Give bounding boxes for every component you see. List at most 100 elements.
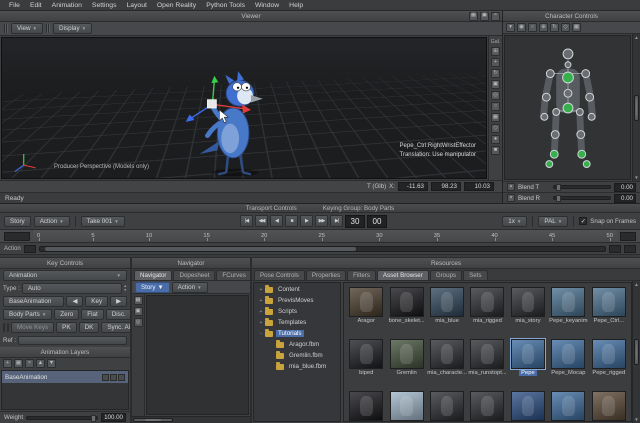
toolbar-grip[interactable] xyxy=(46,24,50,33)
asset-item[interactable]: mia_blue xyxy=(427,285,467,337)
story-button[interactable]: Story ▼ xyxy=(135,282,170,293)
asset-item[interactable]: mia_characte... xyxy=(427,337,467,389)
take-selector[interactable]: Take 001 ▼ xyxy=(81,216,125,227)
tree-item[interactable]: + Scripts xyxy=(254,306,340,317)
blend-value[interactable]: 0.00 xyxy=(614,194,636,203)
snap-checkbox[interactable]: ✓ xyxy=(579,217,587,225)
pin-rotate-icon[interactable]: ↻ xyxy=(550,23,559,32)
animation-menu-button[interactable]: Animation ▼ xyxy=(3,270,127,281)
discontinuity-button[interactable]: Disc. xyxy=(106,309,132,320)
coord-z-field[interactable]: 10.03 xyxy=(464,182,494,191)
layout-grid-icon[interactable]: ▦ xyxy=(469,12,478,21)
weight-value[interactable]: 100.00 xyxy=(101,413,126,422)
tree-expander-icon[interactable]: + xyxy=(258,309,264,315)
menu-item[interactable]: Open Reality xyxy=(152,1,201,10)
weight-slider[interactable] xyxy=(26,416,98,420)
resources-tab[interactable]: Properties xyxy=(306,270,346,280)
scroll-down-icon[interactable]: ▼ xyxy=(634,417,638,422)
tree-expander-icon[interactable]: + xyxy=(258,320,264,326)
right-elbow-effector[interactable] xyxy=(585,93,593,101)
resources-tab[interactable]: Groups xyxy=(430,270,462,280)
display-button[interactable]: Display ▼ xyxy=(53,23,92,34)
pk-button[interactable]: PK xyxy=(56,322,76,333)
body-part-icon[interactable]: ○ xyxy=(528,23,537,32)
navigator-tab[interactable]: FCurves xyxy=(216,270,251,280)
go-to-end-button[interactable]: ▶| xyxy=(330,215,343,227)
scrollbar-thumb[interactable] xyxy=(634,339,639,365)
character-menu-icon[interactable]: ▾ xyxy=(506,23,515,32)
render-tool-icon[interactable]: ● xyxy=(491,135,500,144)
story-track-icon[interactable]: ▣ xyxy=(134,307,143,316)
asset-item[interactable]: mia_fk_runst... xyxy=(427,389,467,422)
left-hip-effector[interactable] xyxy=(552,108,559,115)
move-keys-button[interactable]: Move Keys xyxy=(11,322,54,333)
tree-expander-icon[interactable]: + xyxy=(258,287,264,293)
right-hip-effector[interactable] xyxy=(576,108,583,115)
asset-item[interactable]: bone_skeleton xyxy=(346,389,386,422)
range-fill[interactable] xyxy=(45,247,356,251)
scroll-down-icon[interactable]: ▼ xyxy=(634,175,638,180)
expand-icon[interactable]: ▦ xyxy=(572,23,581,32)
flat-button[interactable]: Flat xyxy=(81,309,104,320)
scroll-up-icon[interactable]: ▲ xyxy=(634,282,638,287)
asset-grid-scrollbar[interactable]: ▲ ▼ xyxy=(632,281,640,423)
zoom-box[interactable] xyxy=(624,245,636,253)
right-shoulder-effector[interactable] xyxy=(581,69,589,77)
coord-x-field[interactable]: -11.63 xyxy=(398,182,428,191)
blend-x-icon[interactable]: × xyxy=(507,183,515,191)
right-ankle-effector[interactable] xyxy=(577,150,585,158)
resources-tab[interactable]: Asset Browser xyxy=(377,270,429,280)
scene-browser-icon[interactable]: ▦ xyxy=(134,296,143,305)
subframe-display[interactable]: 00 xyxy=(367,215,387,228)
zero-button[interactable]: Zero xyxy=(54,309,79,320)
menu-item[interactable]: Edit xyxy=(25,1,47,10)
playback-speed-selector[interactable]: 1x ▼ xyxy=(502,216,527,227)
range-end-box[interactable] xyxy=(609,245,621,253)
menu-item[interactable]: File xyxy=(4,1,25,10)
blend-x-icon[interactable]: × xyxy=(507,194,515,202)
right-toe-effector[interactable] xyxy=(583,160,590,167)
key-type-spinner[interactable]: ▲ ▼ xyxy=(124,285,127,293)
layer-lock-toggle[interactable] xyxy=(118,374,125,381)
key-type-selector[interactable]: Auto xyxy=(22,283,122,294)
mirror-icon[interactable]: ◇ xyxy=(561,23,570,32)
asset-item[interactable]: Aragor xyxy=(346,285,386,337)
asset-item[interactable]: biped xyxy=(346,337,386,389)
left-knee-effector[interactable] xyxy=(551,130,559,138)
blend-slider[interactable] xyxy=(553,196,611,200)
asset-item[interactable]: mia_runstopt... xyxy=(467,337,507,389)
set-key-button[interactable]: Key xyxy=(85,296,108,307)
asset-item[interactable]: mia_story xyxy=(508,285,548,337)
asset-item[interactable]: mia_rigged xyxy=(467,285,507,337)
timeline-ticks[interactable]: 0 5 10 15 20 25 30 35 40 45 50 xyxy=(33,230,617,242)
play-button[interactable]: ▶ xyxy=(300,215,313,227)
frame-rate-selector[interactable]: PAL ▼ xyxy=(538,216,568,227)
left-ankle-effector[interactable] xyxy=(550,150,558,158)
story-action-button[interactable]: Action ▼ xyxy=(172,282,208,293)
ctrl-rig-icon[interactable]: ◉ xyxy=(517,23,526,32)
neck-effector[interactable] xyxy=(565,61,571,67)
chest-effector[interactable] xyxy=(562,72,573,83)
menu-item[interactable]: Window xyxy=(250,1,284,10)
viewport-3d[interactable]: Producer Perspective (Models only) Pepe_… xyxy=(1,37,487,179)
scale-tool-icon[interactable]: ▣ xyxy=(491,80,500,89)
asset-item[interactable]: Punch xyxy=(589,389,629,422)
duplicate-layer-icon[interactable]: ▦ xyxy=(14,359,23,368)
navigator-tab[interactable]: Dopesheet xyxy=(173,270,215,280)
light-tool-icon[interactable]: ○ xyxy=(491,102,500,111)
left-elbow-effector[interactable] xyxy=(542,93,550,101)
right-knee-effector[interactable] xyxy=(576,130,584,138)
character-panel-scrollbar[interactable]: ▲ ▼ xyxy=(632,34,640,181)
asset-item[interactable]: Pepe_plotted xyxy=(548,389,588,422)
view-button[interactable]: View ▼ xyxy=(11,23,43,34)
keying-group-selector[interactable]: Body Parts ▼ xyxy=(3,309,52,320)
timeline-end-field[interactable] xyxy=(620,232,636,241)
tree-item[interactable]: + PrevisMoves xyxy=(254,295,340,306)
story-mode-button[interactable]: Story xyxy=(4,216,31,227)
current-frame-display[interactable]: 30 xyxy=(345,215,365,228)
tree-expander-icon[interactable]: - xyxy=(258,331,264,337)
asset-item[interactable]: Pepe xyxy=(508,337,548,389)
tree-item[interactable]: - Tutorials xyxy=(254,328,340,339)
timeline-ruler[interactable]: 0 5 10 15 20 25 30 35 40 45 50 xyxy=(0,230,640,243)
range-start-box[interactable] xyxy=(24,245,36,253)
